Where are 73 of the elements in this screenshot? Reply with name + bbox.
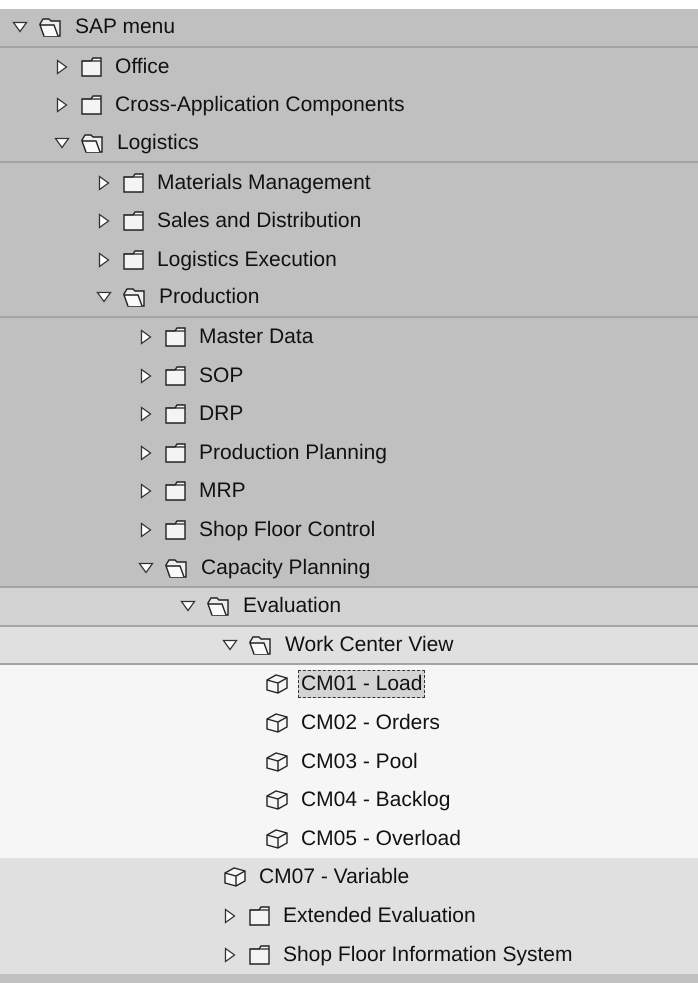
folder-icon <box>164 403 188 426</box>
tree-row[interactable]: CM05 - Overload <box>0 819 698 858</box>
triangle-right-icon[interactable] <box>56 58 68 75</box>
folder-icon <box>122 210 146 232</box>
tree-item-label: Office <box>114 54 170 80</box>
cube-icon <box>264 710 290 735</box>
tree-item-label: Cross-Application Components <box>114 92 406 118</box>
tree-item-label: CM02 - Orders <box>300 710 441 736</box>
tree-row[interactable]: CM01 - Load <box>0 665 698 704</box>
triangle-right-icon[interactable] <box>98 174 110 191</box>
tree-item-label: SAP menu <box>74 14 176 40</box>
folder-icon <box>164 364 188 387</box>
tree-item-label: Extended Evaluation <box>282 902 477 929</box>
tree-row[interactable]: CM02 - Orders <box>0 704 698 742</box>
cube-icon <box>222 865 248 890</box>
tree-item-label: Logistics <box>116 130 200 156</box>
tree-row[interactable]: Shop Floor Information System <box>0 935 698 974</box>
tree-item-label: DRP <box>198 401 244 428</box>
tree-item-label: Shop Floor Control <box>198 517 376 544</box>
tree-row[interactable]: Extended Evaluation <box>0 896 698 936</box>
tree-row[interactable]: CM07 - Variable <box>0 858 698 897</box>
tree-item-label: Evaluation <box>242 593 342 620</box>
folder-icon <box>122 172 146 194</box>
folder-icon <box>164 519 188 542</box>
tree-row[interactable]: CM03 - Pool <box>0 742 698 781</box>
triangle-down-icon[interactable] <box>138 562 154 574</box>
tree-row[interactable]: Evaluation <box>0 588 698 626</box>
triangle-right-icon[interactable] <box>140 368 152 384</box>
tree-item-label: CM01 - Load <box>298 670 426 698</box>
tree-item-label: CM03 - Pool <box>300 748 419 775</box>
triangle-down-icon[interactable] <box>54 137 70 150</box>
tree-item-label: Production <box>158 284 260 310</box>
cube-icon <box>264 826 290 851</box>
tree-item-label: Master Data <box>198 324 314 350</box>
tree-item-label: Sales and Distribution <box>156 208 362 234</box>
tree-item-label: SOP <box>198 362 244 389</box>
folder-icon <box>80 94 104 116</box>
tree-row[interactable]: Work Center View <box>0 626 698 666</box>
tree-item-label: CM05 - Overload <box>300 826 462 852</box>
folder-icon <box>122 248 146 271</box>
triangle-right-icon[interactable] <box>56 97 68 114</box>
triangle-down-icon[interactable] <box>180 600 196 612</box>
triangle-right-icon[interactable] <box>140 329 152 346</box>
tree-row[interactable]: CM04 - Backlog <box>0 780 698 820</box>
triangle-right-icon[interactable] <box>140 522 152 538</box>
tree-item-label: Shop Floor Information System <box>282 942 574 968</box>
cube-icon <box>264 750 290 774</box>
cube-icon <box>264 672 290 696</box>
tree-item-label: Production Planning <box>198 440 388 466</box>
tree-item-label: Logistics Execution <box>156 246 338 273</box>
folder-icon <box>248 944 272 966</box>
triangle-down-icon[interactable] <box>12 21 28 34</box>
triangle-right-icon[interactable] <box>224 908 236 924</box>
folder-icon <box>164 326 188 348</box>
triangle-right-icon[interactable] <box>140 406 152 422</box>
tree-item-label: CM07 - Variable <box>258 864 410 890</box>
triangle-right-icon[interactable] <box>98 252 110 268</box>
tree-item-label: Materials Management <box>156 170 372 196</box>
triangle-right-icon[interactable] <box>98 213 110 230</box>
tree-item-label: CM04 - Backlog <box>300 787 452 814</box>
tree-item-label: Work Center View <box>284 632 454 658</box>
folder-icon <box>80 56 104 78</box>
triangle-right-icon[interactable] <box>140 483 152 500</box>
folder-icon <box>164 480 188 502</box>
cube-icon <box>264 788 290 812</box>
tree-item-label: MRP <box>198 478 247 504</box>
folder-icon <box>164 442 188 464</box>
triangle-right-icon[interactable] <box>140 444 152 461</box>
triangle-right-icon[interactable] <box>224 946 236 963</box>
triangle-down-icon[interactable] <box>96 291 112 304</box>
triangle-down-icon[interactable] <box>222 638 238 651</box>
tree-item-label: Capacity Planning <box>200 554 372 581</box>
folder-icon <box>248 904 272 927</box>
